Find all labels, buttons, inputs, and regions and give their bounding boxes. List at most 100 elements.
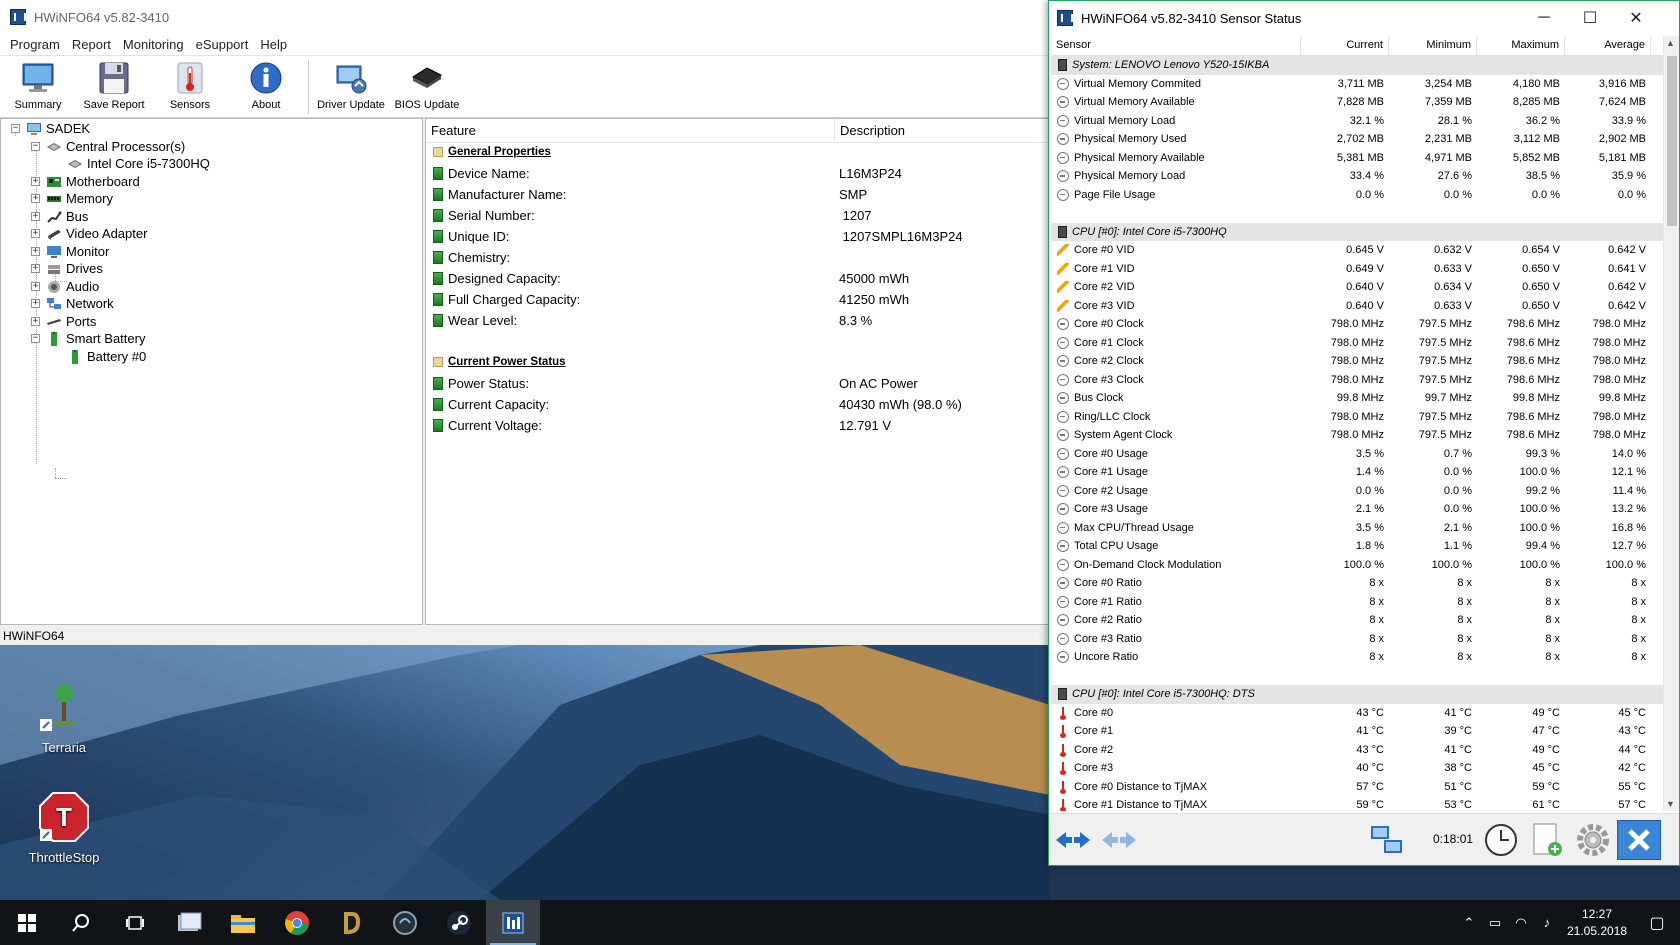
navigate-arrows-alt-button[interactable]: [1099, 820, 1139, 860]
minimize-button[interactable]: ─: [1521, 1, 1567, 35]
sensor-row[interactable]: Core #2 Clock 798.0 MHz 797.5 MHz 798.6 MHz…: [1051, 352, 1663, 371]
column-header-description[interactable]: Description: [835, 119, 910, 142]
bios-update-button[interactable]: BIOS Update: [389, 60, 465, 111]
sensor-row[interactable]: On-Demand Clock Modulation 100.0 % 100.0 %…: [1051, 556, 1663, 575]
sensor-row[interactable]: Core #1 Ratio 8 x 8 x 8 x 8 x: [1051, 593, 1663, 612]
menu-program[interactable]: Program: [4, 37, 66, 52]
summary-button[interactable]: Summary: [0, 60, 76, 111]
close-button[interactable]: ✕: [1613, 1, 1659, 35]
column-header-feature[interactable]: Feature: [426, 119, 835, 142]
tree-node-cpu[interactable]: − Central Processor(s): [31, 138, 185, 155]
tree-node-bus[interactable]: + Bus: [31, 208, 88, 225]
task-view-button[interactable]: [108, 900, 162, 945]
detail-row[interactable]: Current Capacity: 40430 mWh (98.0 %): [426, 394, 962, 414]
sensor-row[interactable]: Max CPU/Thread Usage 3.5 % 2.1 % 100.0 % 16.…: [1051, 519, 1663, 538]
tree-node-battery-child[interactable]: Battery #0: [67, 348, 146, 365]
detail-row[interactable]: Designed Capacity: 45000 mWh: [426, 268, 909, 288]
settings-button[interactable]: [1571, 820, 1615, 860]
sensor-row[interactable]: Core #1 Clock 798.0 MHz 797.5 MHz 798.6 MHz…: [1051, 334, 1663, 353]
tree-node-memory[interactable]: + Memory: [31, 190, 113, 207]
sensor-title-bar[interactable]: HWiNFO64 v5.82-3410 Sensor Status ─ ☐ ✕: [1049, 1, 1679, 35]
sensor-row[interactable]: Total CPU Usage 1.8 % 1.1 % 99.4 % 12.7 %: [1051, 537, 1663, 556]
menu-help[interactable]: Help: [254, 37, 293, 52]
menu-monitoring[interactable]: Monitoring: [117, 37, 190, 52]
sensor-row[interactable]: Core #0 Usage 3.5 % 0.7 % 99.3 % 14.0 %: [1051, 445, 1663, 464]
sensor-row[interactable]: Bus Clock 99.8 MHz 99.7 MHz 99.8 MHz 99.8 MH…: [1051, 389, 1663, 408]
sensor-row[interactable]: Physical Memory Available 5,381 MB 4,971 M…: [1051, 149, 1663, 168]
sensor-table[interactable]: Sensor Current Minimum Maximum Average S…: [1051, 36, 1663, 811]
detail-row[interactable]: Wear Level: 8.3 %: [426, 310, 872, 330]
detail-row[interactable]: Manufacturer Name: SMP: [426, 184, 867, 204]
scroll-up-icon[interactable]: ▲: [1666, 38, 1675, 48]
taskbar-app-hwinfo[interactable]: [486, 900, 540, 945]
taskbar-app-file-explorer[interactable]: [216, 900, 270, 945]
taskbar-app-media[interactable]: [378, 900, 432, 945]
sensor-row[interactable]: Physical Memory Load 33.4 % 27.6 % 38.5 % 35…: [1051, 167, 1663, 186]
expand-toggle[interactable]: +: [31, 194, 40, 203]
taskbar-app-explorer-alt[interactable]: [162, 900, 216, 945]
detail-row[interactable]: Serial Number: 1207: [426, 205, 872, 225]
sensor-row[interactable]: Page File Usage 0.0 % 0.0 % 0.0 % 0.0 %: [1051, 186, 1663, 205]
tree-node-network[interactable]: + Network: [31, 295, 114, 312]
desktop-icon-throttlestop[interactable]: T ThrottleStop: [19, 791, 109, 865]
column-header-average[interactable]: Average: [1565, 36, 1651, 55]
sensor-row[interactable]: Core #0 43 °C 41 °C 49 °C 45 °C: [1051, 704, 1663, 723]
sensor-group-header[interactable]: CPU [#0]: Intel Core i5-7300HQ: [1051, 222, 1663, 241]
column-header-maximum[interactable]: Maximum: [1477, 36, 1565, 55]
column-header-sensor[interactable]: Sensor: [1051, 36, 1301, 55]
tray-chevron-up-icon[interactable]: ⌃: [1456, 915, 1482, 931]
logging-button[interactable]: [1525, 820, 1569, 860]
sensor-row[interactable]: Core #1 VID 0.649 V 0.633 V 0.650 V 0.641 V: [1051, 260, 1663, 279]
sensor-row[interactable]: Virtual Memory Available 7,828 MB 7,359 MB…: [1051, 93, 1663, 112]
close-sensors-button[interactable]: [1617, 820, 1661, 860]
sensor-row[interactable]: Uncore Ratio 8 x 8 x 8 x 8 x: [1051, 648, 1663, 667]
expand-toggle[interactable]: +: [31, 177, 40, 186]
navigate-arrows-button[interactable]: [1053, 820, 1093, 860]
collapse-toggle[interactable]: −: [31, 142, 40, 151]
tree-node-drives[interactable]: + Drives: [31, 260, 103, 277]
sensor-row[interactable]: Core #0 Ratio 8 x 8 x 8 x 8 x: [1051, 574, 1663, 593]
tree-node-monitor[interactable]: + Monitor: [31, 243, 109, 260]
sensor-row[interactable]: Core #3 40 °C 38 °C 45 °C 42 °C: [1051, 759, 1663, 778]
expand-toggle[interactable]: +: [31, 282, 40, 291]
taskbar-app-steam[interactable]: [432, 900, 486, 945]
expand-toggle[interactable]: +: [31, 229, 40, 238]
sensor-scrollbar[interactable]: ▲ ▼: [1663, 36, 1679, 811]
detail-row[interactable]: Chemistry:: [426, 247, 839, 267]
tree-node-audio[interactable]: + Audio: [31, 278, 99, 295]
sensor-row[interactable]: Core #2 Ratio 8 x 8 x 8 x 8 x: [1051, 611, 1663, 630]
tree-node-battery[interactable]: − Smart Battery: [31, 330, 145, 347]
detail-row[interactable]: Full Charged Capacity: 41250 mWh: [426, 289, 909, 309]
sensor-row[interactable]: Ring/LLC Clock 798.0 MHz 797.5 MHz 798.6 MH…: [1051, 408, 1663, 427]
collapse-toggle[interactable]: −: [31, 334, 40, 343]
sensor-row[interactable]: Core #0 VID 0.645 V 0.632 V 0.654 V 0.642 V: [1051, 241, 1663, 260]
sensor-row[interactable]: Core #2 VID 0.640 V 0.634 V 0.650 V 0.642 V: [1051, 278, 1663, 297]
reset-timer-button[interactable]: [1479, 820, 1523, 860]
sensors-button[interactable]: Sensors: [152, 60, 228, 111]
sensor-row[interactable]: Core #3 Ratio 8 x 8 x 8 x 8 x: [1051, 630, 1663, 649]
tree-node-cpu-child[interactable]: Intel Core i5-7300HQ: [67, 155, 210, 172]
taskbar-clock[interactable]: 12:27 21.05.2018: [1560, 906, 1634, 940]
tray-wifi-icon[interactable]: ◠: [1508, 915, 1534, 931]
start-button[interactable]: [0, 900, 54, 945]
sensor-row[interactable]: Core #0 Clock 798.0 MHz 797.5 MHz 798.6 MHz…: [1051, 315, 1663, 334]
taskbar-app-chrome[interactable]: [270, 900, 324, 945]
column-header-minimum[interactable]: Minimum: [1389, 36, 1477, 55]
tree-node-video[interactable]: + Video Adapter: [31, 225, 147, 242]
about-button[interactable]: About: [228, 60, 304, 111]
driver-update-button[interactable]: Driver Update: [313, 60, 389, 111]
column-header-current[interactable]: Current: [1301, 36, 1389, 55]
sensor-row[interactable]: Core #1 41 °C 39 °C 47 °C 43 °C: [1051, 722, 1663, 741]
sensor-row[interactable]: Core #3 Clock 798.0 MHz 797.5 MHz 798.6 MHz…: [1051, 371, 1663, 390]
save-report-button[interactable]: Save Report: [76, 60, 152, 111]
sensor-row[interactable]: System Agent Clock 798.0 MHz 797.5 MHz 798.…: [1051, 426, 1663, 445]
sensor-row[interactable]: Core #2 43 °C 41 °C 49 °C 44 °C: [1051, 741, 1663, 760]
tree-node-motherboard[interactable]: + Motherboard: [31, 173, 140, 190]
expand-toggle[interactable]: +: [31, 317, 40, 326]
sensor-row[interactable]: Core #3 VID 0.640 V 0.633 V 0.650 V 0.642 V: [1051, 297, 1663, 316]
expand-toggle[interactable]: +: [31, 212, 40, 221]
sensor-row[interactable]: Virtual Memory Load 32.1 % 28.1 % 36.2 % 33.…: [1051, 112, 1663, 131]
collapse-toggle[interactable]: −: [11, 124, 20, 133]
sensor-group-header[interactable]: CPU [#0]: Intel Core i5-7300HQ: DTS: [1051, 685, 1663, 704]
expand-toggle[interactable]: +: [31, 264, 40, 273]
